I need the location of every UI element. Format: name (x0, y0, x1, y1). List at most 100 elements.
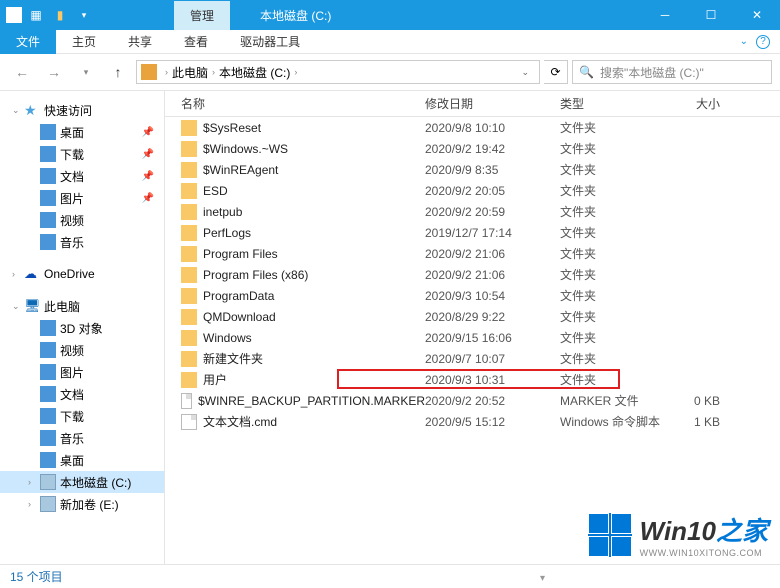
tree-label: 本地磁盘 (C:) (60, 474, 131, 491)
sidebar-item[interactable]: 下载 (0, 405, 164, 427)
file-date: 2020/9/3 10:31 (425, 373, 560, 387)
col-type[interactable]: 类型 (560, 95, 690, 112)
sidebar-item[interactable]: 文档📌 (0, 165, 164, 187)
search-input[interactable]: 🔍 搜索"本地磁盘 (C:)" (572, 60, 772, 84)
ribbon-expand-icon[interactable]: ⌄ (740, 36, 748, 47)
folder-icon (40, 408, 56, 424)
folder-icon (181, 288, 197, 304)
sidebar-item[interactable]: 3D 对象 (0, 317, 164, 339)
content-area: ⌄ ★ 快速访问 桌面📌下载📌文档📌图片📌视频音乐 › ☁ OneDrive ⌄… (0, 90, 780, 564)
table-row[interactable]: $WINRE_BACKUP_PARTITION.MARKER2020/9/2 2… (165, 390, 780, 411)
file-name: ESD (203, 184, 228, 198)
table-row[interactable]: inetpub2020/9/2 20:59文件夹 (165, 201, 780, 222)
sidebar-item[interactable]: 视频 (0, 339, 164, 361)
breadcrumb-thispc[interactable]: 此电脑 (172, 64, 208, 81)
ribbon-drive-tools[interactable]: 驱动器工具 (224, 29, 316, 54)
file-name: $Windows.~WS (203, 142, 288, 156)
breadcrumb-drive[interactable]: 本地磁盘 (C:) (219, 64, 290, 81)
col-size[interactable]: 大小 (690, 95, 760, 112)
chevron-collapsed-icon[interactable]: › (28, 499, 40, 509)
file-name: PerfLogs (203, 226, 251, 240)
ribbon-home[interactable]: 主页 (56, 29, 112, 54)
sidebar-item[interactable]: 视频 (0, 209, 164, 231)
sidebar-item[interactable]: › 本地磁盘 (C:) (0, 471, 164, 493)
file-date: 2020/9/2 19:42 (425, 142, 560, 156)
table-row[interactable]: Program Files2020/9/2 21:06文件夹 (165, 243, 780, 264)
table-row[interactable]: 新建文件夹2020/9/7 10:07文件夹 (165, 348, 780, 369)
chevron-collapsed-icon[interactable]: › (12, 269, 24, 279)
file-name: 文本文档.cmd (203, 413, 277, 430)
table-row[interactable]: ESD2020/9/2 20:05文件夹 (165, 180, 780, 201)
item-count: 15 个项目 (10, 568, 63, 585)
qat-dropdown-icon[interactable]: ▾ (74, 5, 94, 25)
table-row[interactable]: Program Files (x86)2020/9/2 21:06文件夹 (165, 264, 780, 285)
folder-icon (40, 234, 56, 250)
col-name[interactable]: 名称 (165, 95, 425, 112)
help-icon[interactable]: ? (756, 35, 770, 49)
ribbon-view[interactable]: 查看 (168, 29, 224, 54)
table-row[interactable]: 用户2020/9/3 10:31文件夹 (165, 369, 780, 390)
navigation-pane[interactable]: ⌄ ★ 快速访问 桌面📌下载📌文档📌图片📌视频音乐 › ☁ OneDrive ⌄… (0, 91, 165, 564)
file-name: $WinREAgent (203, 163, 278, 177)
windows-logo-icon (588, 513, 632, 557)
file-date: 2020/9/2 21:06 (425, 268, 560, 282)
refresh-button[interactable]: ⟳ (544, 60, 568, 84)
breadcrumb-chevron-icon[interactable]: › (161, 67, 172, 77)
ribbon-share[interactable]: 共享 (112, 29, 168, 54)
file-type: 文件夹 (560, 203, 690, 220)
sidebar-item[interactable]: 文档 (0, 383, 164, 405)
address-dropdown-icon[interactable]: ⌄ (515, 67, 535, 78)
table-row[interactable]: QMDownload2020/8/29 9:22文件夹 (165, 306, 780, 327)
sidebar-item[interactable]: 桌面📌 (0, 121, 164, 143)
tree-thispc[interactable]: ⌄ 🖥 此电脑 (0, 295, 164, 317)
file-list[interactable]: 名称 修改日期 类型 大小 $SysReset2020/9/8 10:10文件夹… (165, 91, 780, 564)
folder-icon (40, 190, 56, 206)
drive-icon (40, 474, 56, 490)
sidebar-item[interactable]: 图片 (0, 361, 164, 383)
table-row[interactable]: ProgramData2020/9/3 10:54文件夹 (165, 285, 780, 306)
tree-label: 图片 (60, 190, 84, 207)
qat-new-folder-icon[interactable]: ▮ (50, 5, 70, 25)
up-button[interactable]: ↑ (104, 58, 132, 86)
table-row[interactable]: $WinREAgent2020/9/9 8:35文件夹 (165, 159, 780, 180)
chevron-collapsed-icon[interactable]: › (28, 477, 40, 487)
sidebar-item[interactable]: 音乐 (0, 427, 164, 449)
back-button[interactable]: ← (8, 58, 36, 86)
folder-icon (40, 146, 56, 162)
col-date[interactable]: 修改日期 (425, 95, 560, 112)
ribbon: 文件 主页 共享 查看 驱动器工具 ⌄ ? (0, 30, 780, 54)
sidebar-item[interactable]: 音乐 (0, 231, 164, 253)
table-row[interactable]: PerfLogs2019/12/7 17:14文件夹 (165, 222, 780, 243)
folder-icon (40, 364, 56, 380)
table-row[interactable]: Windows2020/9/15 16:06文件夹 (165, 327, 780, 348)
folder-icon (181, 141, 197, 157)
breadcrumb-chevron-icon[interactable]: › (208, 67, 219, 77)
tree-label: 3D 对象 (60, 320, 103, 337)
recent-dropdown[interactable]: ▾ (72, 58, 100, 86)
file-date: 2020/8/29 9:22 (425, 310, 560, 324)
forward-button[interactable]: → (40, 58, 68, 86)
folder-icon (40, 212, 56, 228)
file-type: Windows 命令脚本 (560, 413, 690, 430)
address-bar[interactable]: › 此电脑 › 本地磁盘 (C:) › ⌄ (136, 60, 540, 84)
sidebar-item[interactable]: ›新加卷 (E:) (0, 493, 164, 515)
maximize-button[interactable]: ☐ (688, 0, 734, 30)
folder-icon (181, 372, 197, 388)
sidebar-item[interactable]: 下载📌 (0, 143, 164, 165)
breadcrumb-chevron-icon[interactable]: › (290, 67, 301, 77)
tree-onedrive[interactable]: › ☁ OneDrive (0, 263, 164, 285)
tree-quick-access[interactable]: ⌄ ★ 快速访问 (0, 99, 164, 121)
tree-label: 文档 (60, 386, 84, 403)
sidebar-item[interactable]: 桌面 (0, 449, 164, 471)
qat-properties-icon[interactable]: ▦ (26, 5, 46, 25)
table-row[interactable]: $SysReset2020/9/8 10:10文件夹 (165, 117, 780, 138)
context-tab[interactable]: 管理 (174, 1, 230, 30)
sidebar-item[interactable]: 图片📌 (0, 187, 164, 209)
chevron-expanded-icon[interactable]: ⌄ (12, 301, 24, 312)
minimize-button[interactable]: ─ (642, 0, 688, 30)
close-button[interactable]: ✕ (734, 0, 780, 30)
table-row[interactable]: 文本文档.cmd2020/9/5 15:12Windows 命令脚本1 KB (165, 411, 780, 432)
ribbon-file[interactable]: 文件 (0, 29, 56, 54)
chevron-expanded-icon[interactable]: ⌄ (12, 105, 24, 116)
table-row[interactable]: $Windows.~WS2020/9/2 19:42文件夹 (165, 138, 780, 159)
